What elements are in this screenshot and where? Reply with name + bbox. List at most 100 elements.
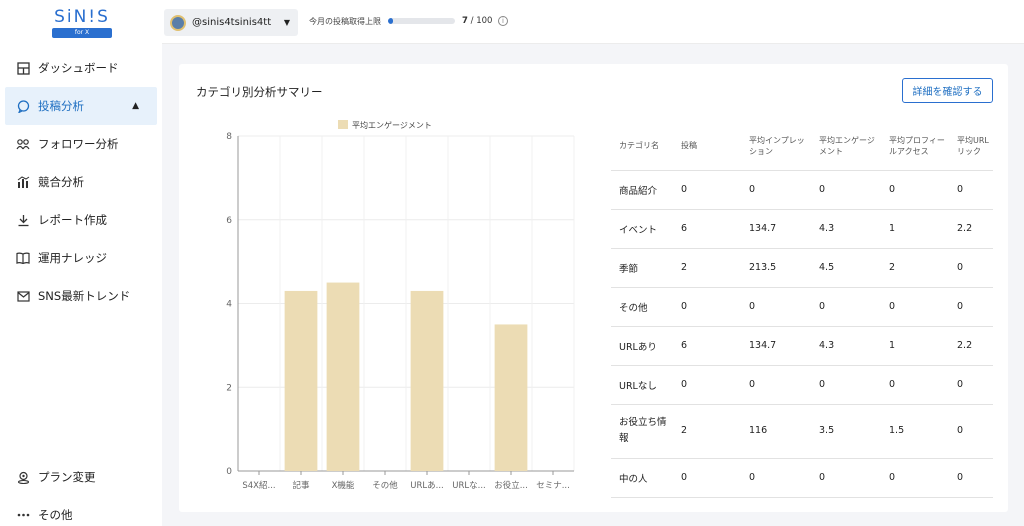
cell-avg-profile-access: 2 [881,248,949,288]
table-row: 中の人 0 0 0 0 0 [611,458,993,498]
sidebar-item-competitor-analysis[interactable]: 競合分析 [0,163,162,201]
cell-avg-url-clicks: 0 [949,404,993,459]
sidebar-item-plan-change[interactable]: プラン変更 [0,458,162,496]
cell-avg-url-clicks: 0 [949,170,993,210]
table-row: 季節 2 213.5 4.5 2 0 [611,248,993,288]
book-icon [16,251,30,265]
column-header-avg-impressions: 平均インプレッション [741,122,811,171]
sidebar-item-dashboard[interactable]: ダッシュボード [0,49,162,87]
y-tick-label: 2 [226,383,232,393]
cell-avg-profile-access: 1.5 [881,404,949,459]
cell-category: お役立ち情報 [611,404,673,459]
table-row: URLなし 0 0 0 0 0 [611,365,993,405]
bar [284,290,318,471]
cell-avg-url-clicks: 2.2 [949,209,993,249]
avatar [170,14,186,31]
column-header-category: カテゴリ名 [611,122,673,171]
mail-icon [16,289,30,303]
bar [410,290,444,471]
x-tick-label: 記事 [292,480,310,491]
y-tick-label: 4 [226,300,232,310]
sidebar-item-label: 運用ナレッジ [38,251,107,265]
table-row: イベント 6 134.7 4.3 1 2.2 [611,209,993,249]
cell-posts: 0 [673,170,741,210]
account-handle: @sinis4tsinis4tt [192,17,272,28]
quota-label: 今月の投稿取得上限 [309,17,381,26]
logo-text: SiN!S [54,7,110,27]
column-header-avg-engagement: 平均エンゲージメント [811,122,881,171]
bar [494,324,528,471]
info-icon[interactable]: i [498,16,508,26]
caret-down-icon: ▼ [283,18,290,27]
cell-posts: 0 [673,458,741,498]
bar-chart-icon [16,175,30,189]
cell-avg-profile-access: 0 [881,365,949,405]
sidebar-item-label: プラン変更 [38,470,96,484]
location-pin-icon [16,470,30,484]
cell-avg-profile-access: 1 [881,326,949,366]
more-icon [16,508,30,522]
brand-logo[interactable]: SiN!S for X [50,8,114,40]
x-tick-label: S4X紹... [242,480,275,491]
cell-avg-url-clicks: 0 [949,287,993,327]
cell-posts: 0 [673,287,741,327]
sidebar-item-report[interactable]: レポート作成 [0,201,162,239]
cell-avg-profile-access: 0 [881,170,949,210]
table-row: 商品紹介 0 0 0 0 0 [611,170,993,210]
quota-count: 7 / 100 [462,16,493,26]
cell-avg-engagement: 4.5 [811,248,881,288]
cell-avg-url-clicks: 0 [949,458,993,498]
quota-used: 7 [462,16,468,26]
sidebar-item-label: ダッシュボード [38,61,119,75]
table-row: お役立ち情報 2 116 3.5 1.5 0 [611,404,993,459]
cell-category: URLあり [611,326,673,366]
table-row: URLあり 6 134.7 4.3 1 2.2 [611,326,993,366]
column-header-avg-url-clicks: 平均URLリック [949,122,993,171]
caret-up-icon[interactable]: ▲ [132,101,139,111]
category-engagement-chart: 0 2 4 6 8 S4X紹... 記事 X機能 その他 URLあ... URLな... お役立...… [226,120,575,491]
cell-avg-url-clicks: 2.2 [949,326,993,366]
legend-swatch [338,120,348,129]
column-header-avg-profile-access: 平均プロフィールアクセス [881,122,949,171]
sidebar-item-label: フォロワー分析 [38,137,119,151]
cell-posts: 6 [673,209,741,249]
logo-subtext: for X [52,28,112,38]
cell-avg-engagement: 4.3 [811,326,881,366]
x-tick-label: URLな... [452,481,485,491]
cell-category: イベント [611,209,673,249]
sidebar-item-other[interactable]: その他 [0,496,162,526]
cell-category: 中の人 [611,458,673,498]
cell-avg-impressions: 0 [741,458,811,498]
table-header-row: カテゴリ名 投稿 平均インプレッション 平均エンゲージメント 平均プロフィールア… [611,122,993,171]
topbar: @sinis4tsinis4tt ▼ 今月の投稿取得上限 7 / 100 i [162,0,1024,44]
sidebar-item-knowledge[interactable]: 運用ナレッジ [0,239,162,277]
view-details-button[interactable]: 詳細を確認する [902,78,993,103]
cell-avg-engagement: 0 [811,365,881,405]
sidebar-item-sns-trends[interactable]: SNS最新トレンド [0,277,162,315]
cell-posts: 6 [673,326,741,366]
y-tick-label: 0 [226,467,232,477]
x-tick-label: お役立... [494,480,528,491]
sidebar-item-follower-analysis[interactable]: フォロワー分析 [0,125,162,163]
cell-avg-profile-access: 0 [881,458,949,498]
cell-avg-impressions: 134.7 [741,209,811,249]
dashboard-icon [16,61,30,75]
cell-avg-profile-access: 1 [881,209,949,249]
sidebar-item-post-analysis[interactable]: 投稿分析 ▲ [5,87,157,125]
cell-category: その他 [611,287,673,327]
quota-progress-fill [388,18,393,24]
cell-posts: 2 [673,404,741,459]
sidebar-item-label: 競合分析 [38,175,84,189]
account-selector[interactable]: @sinis4tsinis4tt ▼ [164,9,298,36]
cell-avg-impressions: 134.7 [741,326,811,366]
cell-avg-engagement: 4.3 [811,209,881,249]
sidebar-item-label: レポート作成 [38,213,107,227]
cell-avg-impressions: 116 [741,404,811,459]
cell-avg-url-clicks: 0 [949,365,993,405]
x-tick-label: セミナ... [536,481,570,491]
sidebar-item-label: その他 [38,508,73,522]
cell-posts: 0 [673,365,741,405]
x-tick-label: X機能 [332,480,355,491]
cell-avg-impressions: 213.5 [741,248,811,288]
sidebar-item-label: 投稿分析 [38,99,84,113]
